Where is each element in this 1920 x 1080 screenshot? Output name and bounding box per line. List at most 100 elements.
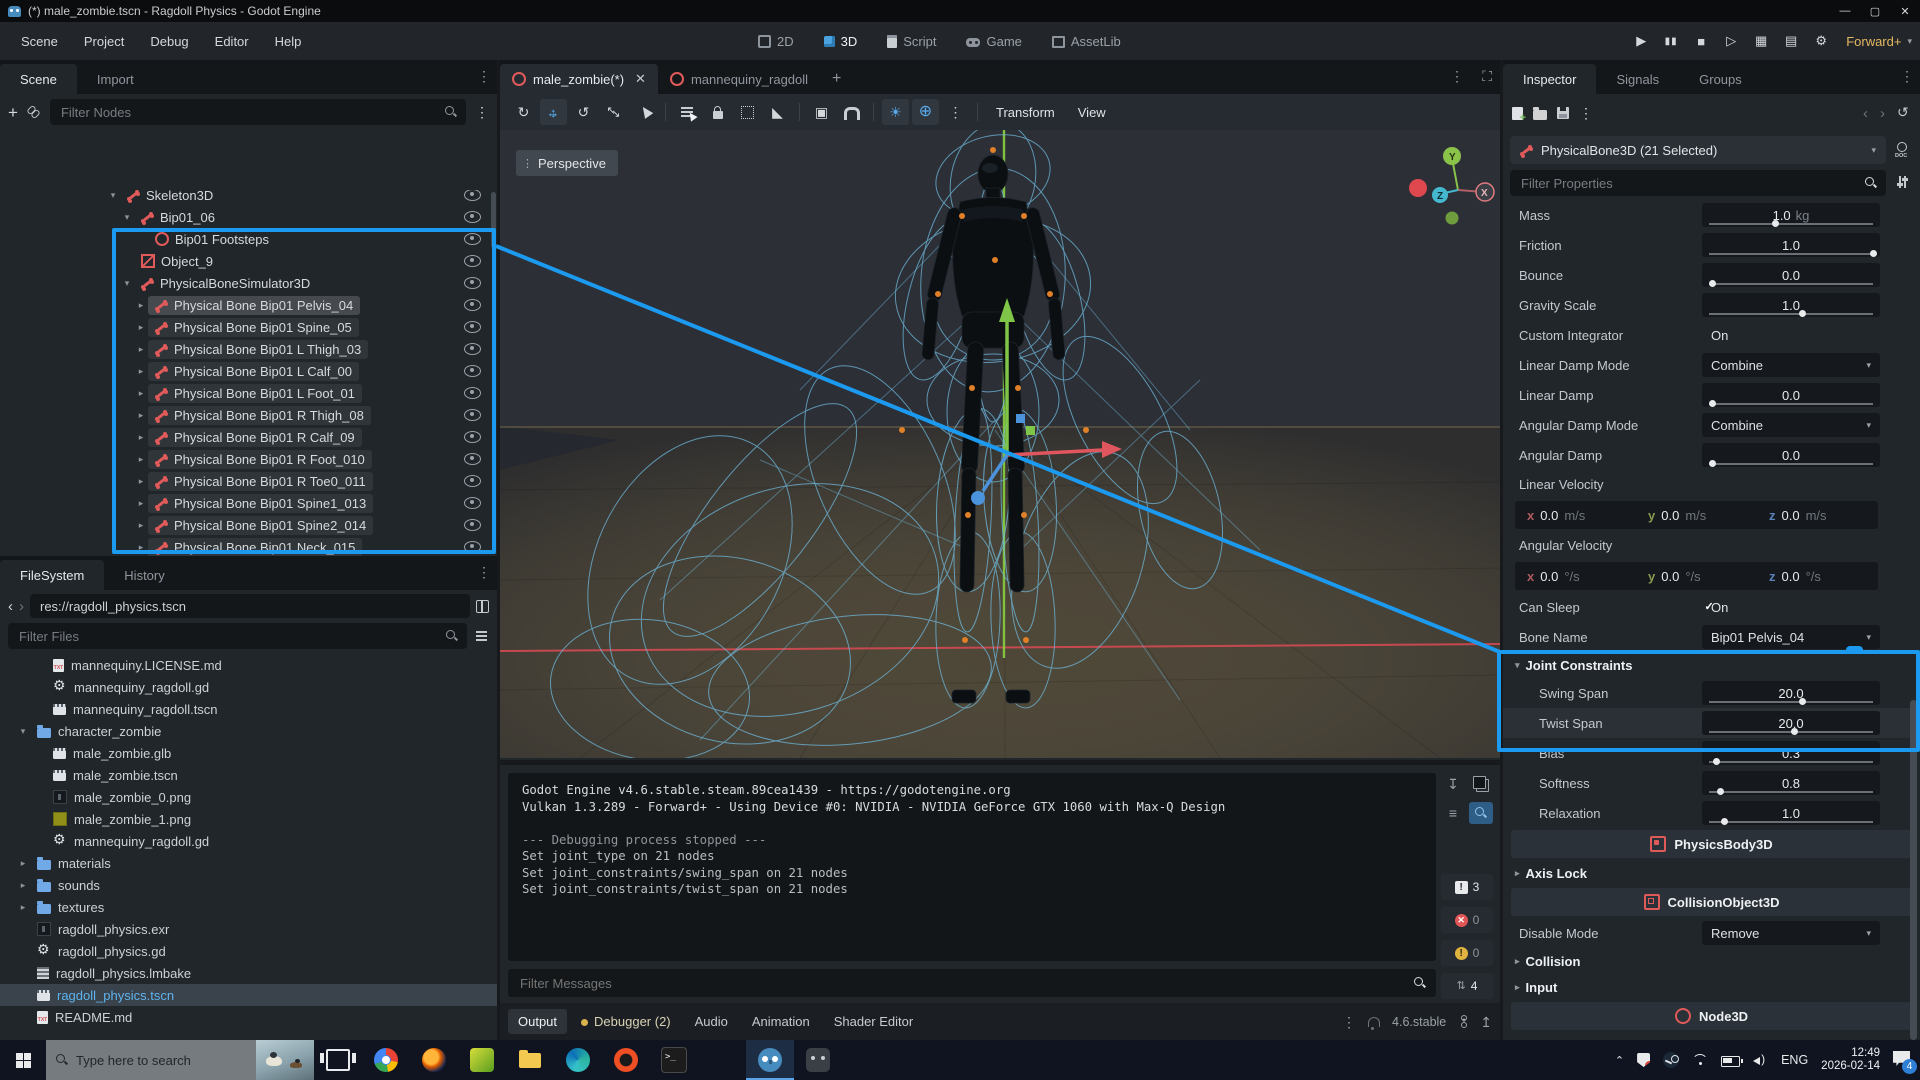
node-label-area[interactable]: Physical Bone Bip01 R Calf_09 [148,427,362,447]
slider-track[interactable] [1709,788,1873,796]
file-row[interactable]: mannequiny_ragdoll.gd [0,830,497,852]
wifi-icon[interactable] [1692,1054,1708,1066]
property-control[interactable]: 1.0 [1702,801,1880,826]
tab-filesystem[interactable]: FileSystem [0,560,105,590]
taskbar-app-chrome[interactable] [362,1040,410,1080]
message-count-badge[interactable]: ! 3 [1441,874,1493,900]
value-field-gravity-scale[interactable]: 1.0 [1702,293,1880,318]
movie-maker-button[interactable]: ▤ [1778,28,1804,54]
snap-icon[interactable] [838,99,865,125]
tree-row[interactable]: ▾ Bip01_06 [0,206,497,228]
play-custom-scene-button[interactable]: ▦ [1748,28,1774,54]
tab-signals[interactable]: Signals [1596,64,1679,94]
history-forward-icon[interactable]: › [1880,106,1885,121]
file-row[interactable]: README.md [0,1006,497,1028]
section-collision[interactable]: ▸ Collision [1503,948,1920,974]
viewport-3d[interactable]: Y Z X ⋮ Perspective [500,130,1500,758]
tab-import[interactable]: Import [77,64,154,94]
slider-track[interactable] [1709,698,1873,706]
property-control[interactable]: Combine ▾ [1702,413,1880,437]
filter-nodes-input[interactable] [58,103,439,121]
load-resource-icon[interactable] [1533,106,1547,120]
stop-button[interactable]: ■ [1688,28,1714,54]
visibility-eye-icon[interactable] [464,321,481,333]
tool-select-icon[interactable]: ↻ [510,99,537,125]
file-row[interactable]: male_zombie_1.png [0,808,497,830]
value-field-linear-damp[interactable]: 0.0 [1702,383,1880,408]
visibility-eye-icon[interactable] [464,190,481,201]
slider-grabber[interactable] [1799,698,1807,706]
section-input[interactable]: ▸ Input [1503,974,1920,1000]
chevron-closed-icon[interactable]: ▸ [134,322,148,333]
filter-properties-input[interactable] [1519,174,1859,192]
chevron-closed-icon[interactable]: ▸ [16,858,30,869]
expand-viewport-icon[interactable]: ⛶ [1482,68,1492,85]
workspace-tab-2d[interactable]: 2D [748,30,804,53]
slider-grabber[interactable] [1799,310,1807,318]
property-control[interactable]: 0.0 [1702,443,1880,468]
slider-grabber[interactable] [1709,460,1717,468]
file-row[interactable]: ragdoll_physics.lmbake [0,962,497,984]
pause-button[interactable]: ▮▮ [1658,28,1684,54]
search-highlight-image[interactable] [256,1040,314,1080]
chevron-closed-icon[interactable]: ▸ [134,476,148,487]
language-indicator[interactable]: ENG [1781,1053,1808,1067]
nav-back-icon[interactable]: ‹ [8,599,13,614]
taskbar-search[interactable]: Type here to search [46,1040,256,1080]
visibility-eye-icon[interactable] [464,541,481,553]
tree-row[interactable]: ▸ Physical Bone Bip01 Pelvis_04 [0,294,497,316]
chevron-closed-icon[interactable]: ▸ [134,366,148,377]
visibility-eye-icon[interactable] [464,365,481,377]
value-field-bias[interactable]: 0.3 [1702,741,1880,766]
tree-row[interactable]: ▸ Physical Bone Bip01 L Foot_01 [0,382,497,404]
slider-grabber[interactable] [1791,728,1799,736]
menu-debug[interactable]: Debug [137,28,201,54]
property-control[interactable]: 0.0 [1702,383,1880,408]
inspector-tools-icon[interactable] [1896,176,1909,189]
scene-tab-list-icon[interactable]: ⋮ [1450,68,1464,85]
chevron-closed-icon[interactable]: ▸ [16,880,30,891]
chevron-closed-icon[interactable]: ▸ [134,542,148,553]
property-control[interactable]: 0.3 [1702,741,1880,766]
node-label-area[interactable]: Skeleton3D [120,190,220,205]
property-control[interactable]: On [1702,328,1880,343]
tool-scale-icon[interactable] [600,99,627,125]
property-control[interactable]: 1.0 kg [1702,203,1880,228]
edited-object-selector[interactable]: PhysicalBone3D (21 Selected) ▾ [1510,136,1886,164]
close-tab-icon[interactable]: ✕ [635,71,646,87]
slider-track[interactable] [1709,250,1877,258]
maximize-button[interactable]: ▢ [1860,0,1890,22]
volume-icon[interactable] [1753,1052,1768,1066]
file-row[interactable]: mannequiny_ragdoll.gd [0,676,497,698]
close-button[interactable]: ✕ [1890,0,1920,22]
open-docs-icon[interactable] [1895,142,1911,159]
tree-row[interactable]: ▸ Physical Bone Bip01 R Toe0_011 [0,470,497,492]
collapse-messages-icon[interactable]: ≡ [1441,802,1465,824]
file-row[interactable]: ragdoll_physics.exr [0,918,497,940]
tab-menu-icon[interactable]: ⋮ [477,68,491,85]
dropdown-disable-mode[interactable]: Remove ▾ [1702,921,1880,945]
file-row[interactable]: mannequiny_ragdoll.tscn [0,698,497,720]
node-label-area[interactable]: Physical Bone Bip01 R Toe0_011 [148,471,373,491]
chevron-open-icon[interactable]: ▾ [120,212,134,223]
vector-y-field[interactable]: y 0.0 m/s [1636,508,1757,523]
workspace-tab-3d[interactable]: 3D [814,30,868,53]
visibility-eye-icon[interactable] [464,255,481,267]
notification-bell-icon[interactable] [1368,1017,1381,1030]
environment-icon[interactable]: ⊕ [912,99,939,125]
workspace-tab-script[interactable]: Script [877,30,946,53]
save-resource-icon[interactable] [1557,107,1569,119]
copy-log-icon[interactable] [1469,773,1493,795]
tray-expand-icon[interactable]: ⌃ [1615,1054,1624,1067]
menu-editor[interactable]: Editor [202,28,262,54]
chevron-closed-icon[interactable]: ▸ [134,344,148,355]
vector-fields[interactable]: x 0.0 °/s y 0.0 °/s z 0.0 °/s [1515,562,1878,590]
file-row[interactable]: male_zombie.glb [0,742,497,764]
taskbar-app-opera[interactable] [602,1040,650,1080]
property-control[interactable]: On [1702,600,1880,615]
node-label-area[interactable]: Object_9 [134,252,220,271]
steam-tray-icon[interactable] [1663,1052,1680,1068]
node-label-area[interactable]: Bip01 Footsteps [148,230,276,249]
tree-row[interactable]: ▸ Physical Bone Bip01 Spine1_013 [0,492,497,514]
visibility-eye-icon[interactable] [464,343,481,355]
